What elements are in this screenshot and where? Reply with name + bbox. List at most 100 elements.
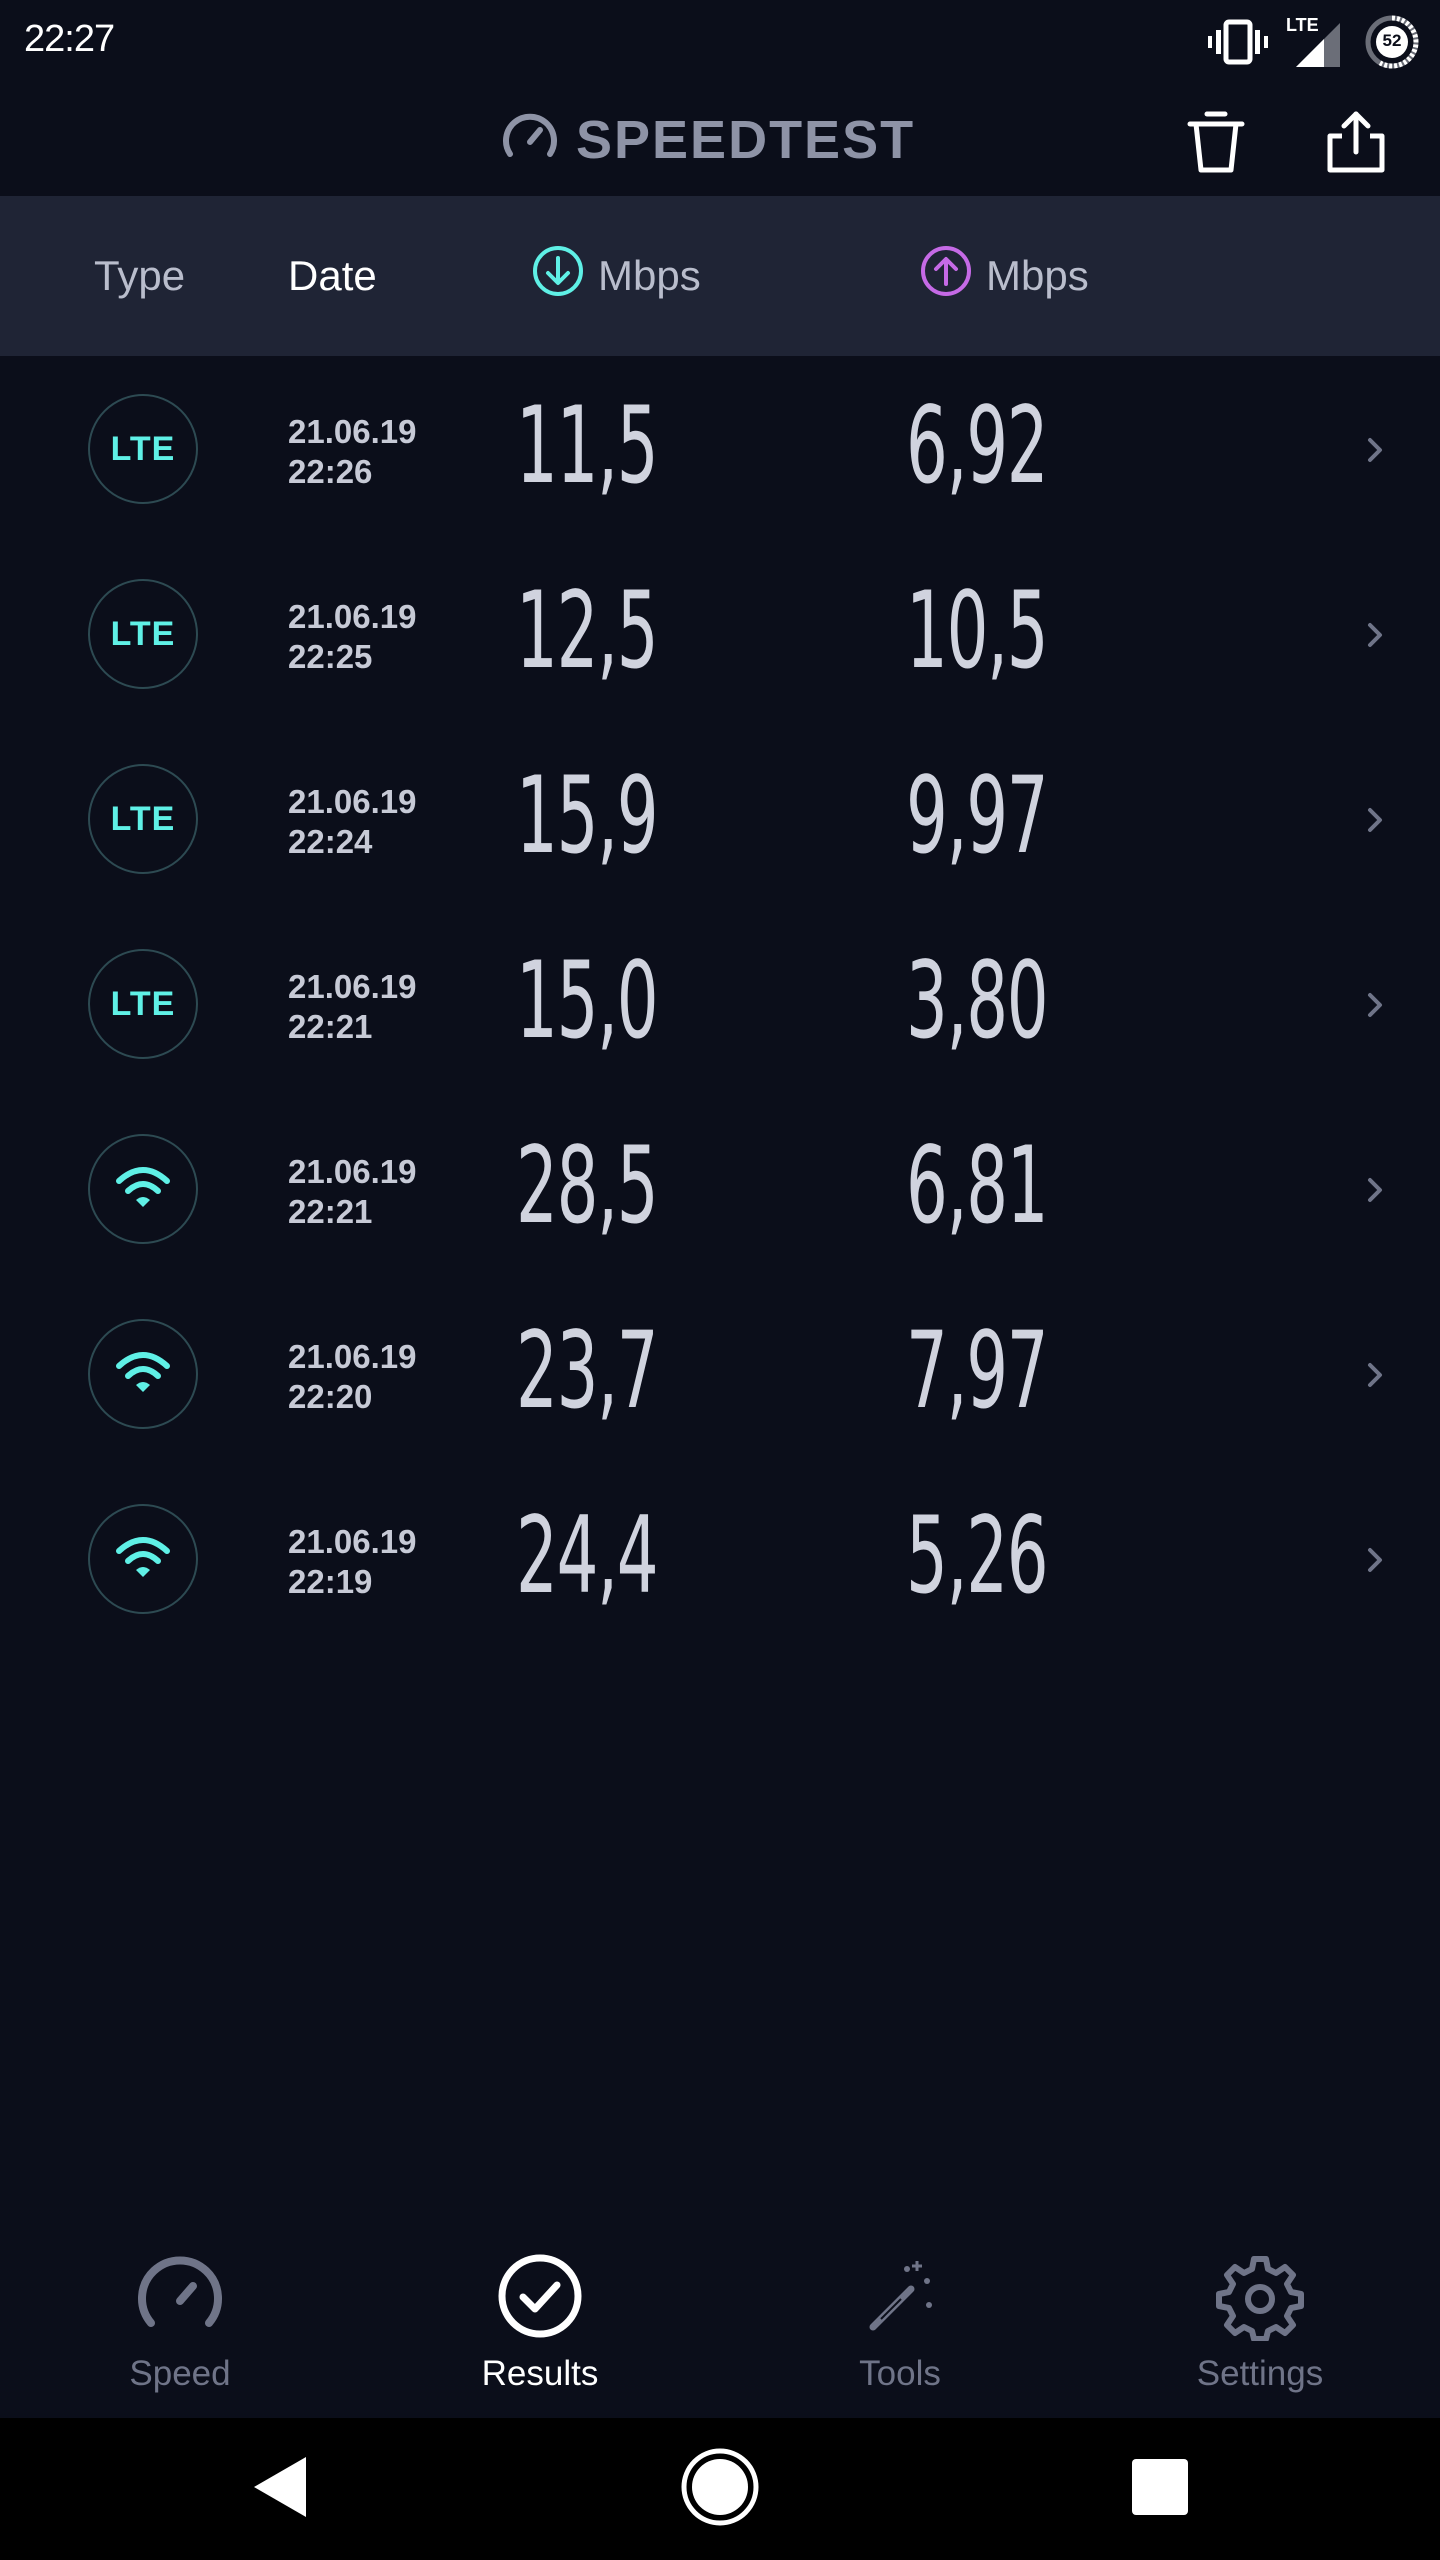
chevron-right-icon [1360,1170,1390,1210]
result-time: 22:24 [288,823,373,860]
battery-icon: 52 [1364,14,1420,70]
upload-speed: 9,97 [906,754,1049,877]
connection-type-badge: LTE [88,949,198,1059]
download-speed: 24,4 [516,1494,659,1617]
download-speed: 15,0 [516,939,659,1062]
download-speed: 23,7 [516,1309,659,1432]
chevron-right-icon [1360,1540,1390,1580]
bottom-navigation: Speed Results Tools Settings [0,2228,1440,2418]
result-datetime: 21.06.19 22:25 [288,597,416,677]
connection-type-badge [88,1319,198,1429]
lte-label: LTE [110,429,176,468]
result-date: 21.06.19 [288,783,417,820]
app-brand: SPEEDTEST [500,108,915,172]
nav-settings-label: Settings [1196,2354,1324,2393]
results-table-header: Type Date Mbps Mbps [0,196,1440,356]
lte-label: LTE [110,799,176,838]
home-circle-icon [680,2447,760,2532]
result-row[interactable]: LTE 21.06.19 22:26 11,5 6,92 [0,356,1440,541]
upload-speed: 6,81 [906,1124,1049,1247]
result-date: 21.06.19 [288,598,417,635]
download-column-header[interactable]: Mbps [532,196,701,356]
lte-label: LTE [110,614,176,653]
results-screen: 22:27 LTE 52 SPEEDTEST Type Date Mbps Mb… [0,0,1440,2560]
upload-column-header[interactable]: Mbps [920,196,1089,356]
result-date: 21.06.19 [288,1153,417,1190]
nav-settings[interactable]: Settings [1110,2248,1410,2418]
download-speed: 15,9 [516,754,659,877]
download-speed: 28,5 [516,1124,659,1247]
upload-arrow-icon [920,245,972,307]
chevron-right-icon [1360,430,1390,470]
chevron-right-icon [1360,615,1390,655]
nav-tools[interactable]: Tools [750,2248,1050,2418]
nav-results-label: Results [481,2354,599,2393]
upload-speed: 10,5 [906,569,1049,692]
result-date: 21.06.19 [288,1523,417,1560]
result-row[interactable]: 21.06.19 22:20 23,7 7,97 [0,1281,1440,1466]
upload-speed: 5,26 [906,1494,1049,1617]
share-button[interactable] [1318,106,1394,182]
recents-button[interactable] [1120,2449,1200,2529]
download-speed: 11,5 [516,384,659,507]
result-datetime: 21.06.19 22:21 [288,967,416,1047]
result-datetime: 21.06.19 22:20 [288,1337,416,1417]
status-icons: LTE 52 [1208,14,1420,70]
result-date: 21.06.19 [288,968,417,1005]
app-title: SPEEDTEST [576,110,916,170]
connection-type-badge: LTE [88,394,198,504]
result-datetime: 21.06.19 22:26 [288,412,416,492]
chevron-right-icon [1360,800,1390,840]
home-button[interactable] [680,2447,760,2532]
wifi-icon [115,1533,171,1586]
download-arrow-icon [532,245,584,307]
chevron-right-icon [1360,1355,1390,1395]
result-date: 21.06.19 [288,413,417,450]
result-date: 21.06.19 [288,1338,417,1375]
result-row[interactable]: LTE 21.06.19 22:24 15,9 9,97 [0,726,1440,911]
date-column-header[interactable]: Date [288,196,377,356]
delete-button[interactable] [1178,106,1254,182]
result-time: 22:21 [288,1008,373,1045]
wifi-icon [115,1348,171,1401]
result-time: 22:26 [288,453,373,490]
result-row[interactable]: 21.06.19 22:21 28,5 6,81 [0,1096,1440,1281]
connection-type-badge: LTE [88,579,198,689]
result-time: 22:19 [288,1563,373,1600]
app-bar: SPEEDTEST [0,84,1440,196]
nav-results[interactable]: Results [390,2248,690,2418]
magic-wand-icon [852,2248,948,2344]
result-datetime: 21.06.19 22:19 [288,1522,416,1602]
nav-speed[interactable]: Speed [30,2248,330,2418]
result-row[interactable]: LTE 21.06.19 22:25 12,5 10,5 [0,541,1440,726]
upload-speed: 3,80 [906,939,1049,1062]
result-row[interactable]: 21.06.19 22:19 24,4 5,26 [0,1466,1440,1651]
gear-icon [1212,2248,1308,2344]
result-datetime: 21.06.19 22:24 [288,782,416,862]
download-unit-label: Mbps [598,252,701,299]
download-speed: 12,5 [516,569,659,692]
result-time: 22:20 [288,1378,373,1415]
connection-type-badge: LTE [88,764,198,874]
lte-label: LTE [110,984,176,1023]
vibrate-icon [1208,18,1268,66]
trash-icon [1187,110,1245,179]
back-button[interactable] [240,2449,320,2529]
back-triangle-icon [250,2455,310,2524]
result-row[interactable]: LTE 21.06.19 22:21 15,0 3,80 [0,911,1440,1096]
type-column-header[interactable]: Type [94,196,185,356]
upload-speed: 7,97 [906,1309,1049,1432]
share-icon [1326,110,1386,179]
results-list: LTE 21.06.19 22:26 11,5 6,92 LTE 21.06.1… [0,356,1440,1651]
upload-unit-label: Mbps [986,252,1089,299]
connection-type-badge [88,1134,198,1244]
wifi-icon [115,1163,171,1216]
status-bar: 22:27 LTE 52 [0,0,1440,84]
recents-square-icon [1130,2457,1190,2522]
result-time: 22:21 [288,1193,373,1230]
chevron-right-icon [1360,985,1390,1025]
result-time: 22:25 [288,638,373,675]
speedometer-icon [500,108,560,173]
speedometer-icon [132,2248,228,2344]
status-time: 22:27 [24,18,115,60]
